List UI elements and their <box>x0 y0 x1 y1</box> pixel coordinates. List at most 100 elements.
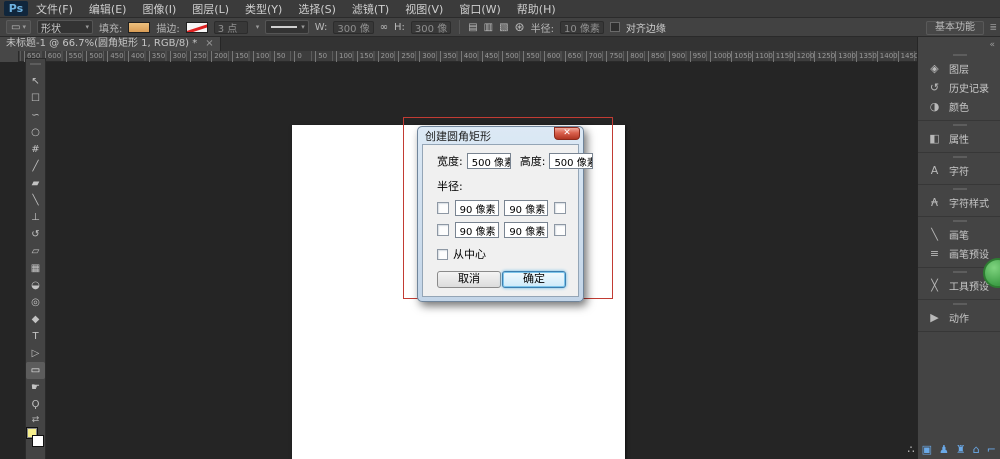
clone-stamp-tool[interactable]: ⊥ <box>26 209 45 226</box>
quick-selection-tool[interactable]: ○ <box>26 124 45 141</box>
gear-icon[interactable]: ⊛ <box>515 20 525 34</box>
bottom-left-radius-checkbox[interactable] <box>437 224 449 236</box>
fill-color-swatch[interactable] <box>128 22 150 33</box>
panel-group-grip[interactable] <box>953 188 967 190</box>
bottom-left-radius-input[interactable] <box>455 222 499 238</box>
menu-item-类[interactable]: 类型(Y) <box>245 1 282 17</box>
top-left-radius-input[interactable] <box>455 200 499 216</box>
healing-brush-tool[interactable]: ▰ <box>26 175 45 192</box>
path-arrangement-icon[interactable]: ▧ <box>499 22 508 33</box>
shape-width-field[interactable]: 300 像 <box>333 21 373 34</box>
move-tool[interactable]: ↖ <box>26 73 45 90</box>
gradient-tool[interactable]: ▦ <box>26 260 45 277</box>
menu-items: 文件(F) 编辑(E) 图像(I) 图层(L) 类型(Y) 选择(S) 滤镜(T) 视图(V)… <box>36 1 556 17</box>
close-button[interactable]: ✕ <box>554 127 580 140</box>
history-brush-tool[interactable]: ↺ <box>26 226 45 243</box>
dock-item-颜色[interactable]: ◑颜色 <box>918 97 1000 116</box>
path-operations-icon[interactable]: ▤ <box>468 22 477 33</box>
menu-item-窗[interactable]: 窗口(W) <box>459 1 500 17</box>
bottom-right-radius-checkbox[interactable] <box>554 224 566 236</box>
menu-item-文[interactable]: 文件(F) <box>36 1 73 17</box>
blur-tool[interactable]: ◒ <box>26 277 45 294</box>
panel-group-grip[interactable] <box>953 271 967 273</box>
chevron-down-icon: ▾ <box>85 23 89 31</box>
panel-group-grip[interactable] <box>953 220 967 222</box>
brush-tool[interactable]: ╲ <box>26 192 45 209</box>
document-tab[interactable]: 未标题-1 @ 66.7%(圆角矩形 1, RGB/8) * × <box>0 37 221 51</box>
collapse-dock-icon[interactable]: « <box>989 40 995 50</box>
tool-presets-icon: ╳ <box>927 279 942 292</box>
stroke-color-swatch[interactable] <box>186 22 208 33</box>
create-rounded-rectangle-dialog: 创建圆角矩形 ✕ 宽度: 高度: 半径: 从中心 取消 <box>417 126 584 302</box>
panel-grip[interactable] <box>30 63 41 65</box>
cancel-button[interactable]: 取消 <box>437 271 501 288</box>
chevron-down-icon[interactable]: ▾ <box>256 23 260 31</box>
panel-group-grip[interactable] <box>953 124 967 126</box>
dock-item-属性[interactable]: ◧属性 <box>918 129 1000 148</box>
properties-icon: ◧ <box>927 132 942 145</box>
width-input[interactable] <box>467 153 511 169</box>
panel-group-grip[interactable] <box>953 303 967 305</box>
eraser-tool[interactable]: ▱ <box>26 243 45 260</box>
path-selection-tool[interactable]: ▷ <box>26 345 45 362</box>
pen-tool[interactable]: ◆ <box>26 311 45 328</box>
panel-group-grip[interactable] <box>953 156 967 158</box>
dock-item-图层[interactable]: ◈图层 <box>918 59 1000 78</box>
dialog-title-bar[interactable]: 创建圆角矩形 ✕ <box>422 127 579 144</box>
fill-label: 填充: <box>99 20 122 35</box>
menu-item-图[interactable]: 图像(I) <box>142 1 176 17</box>
link-dimensions-icon[interactable]: ∞ <box>380 22 388 33</box>
close-icon[interactable]: × <box>205 37 213 51</box>
ruler-tick-label: 1100 <box>752 51 773 62</box>
dock-item-画笔[interactable]: ╲画笔 <box>918 225 1000 244</box>
shape-mode-dropdown[interactable]: 形状 ▾ <box>37 20 93 34</box>
dock-groups: ◈图层↺历史记录◑颜色◧属性A字符₳字符样式╲画笔≡画笔预设╳工具预设▶动作 <box>918 51 1000 332</box>
radius-field[interactable]: 10 像素 <box>560 21 604 34</box>
menu-item-视[interactable]: 视图(V) <box>405 1 443 17</box>
top-right-radius-input[interactable] <box>504 200 548 216</box>
tool-preset-picker[interactable]: ▭ ▾ <box>6 20 31 34</box>
menu-item-滤[interactable]: 滤镜(T) <box>352 1 389 17</box>
align-edges-checkbox[interactable] <box>610 22 620 32</box>
path-alignment-icon[interactable]: ▥ <box>484 22 493 33</box>
crop-tool[interactable]: # <box>26 141 45 158</box>
background-color-swatch[interactable] <box>32 435 44 447</box>
ok-button[interactable]: 确定 <box>502 271 566 288</box>
dock-item-画笔预设[interactable]: ≡画笔预设 <box>918 244 1000 263</box>
stroke-width-field[interactable]: 3 点 <box>214 21 248 34</box>
type-tool[interactable]: T <box>26 328 45 345</box>
height-input[interactable] <box>549 153 593 169</box>
marquee-tool[interactable]: ☐ <box>26 90 45 107</box>
shape-height-field[interactable]: 300 像 <box>411 21 451 34</box>
menu-item-帮[interactable]: 帮助(H) <box>517 1 556 17</box>
stroke-style-dropdown[interactable]: ▾ <box>265 20 309 34</box>
brush-presets-icon: ≡ <box>927 247 942 260</box>
shape-mode-value: 形状 <box>41 20 61 35</box>
zoom-tool[interactable]: Ϙ <box>26 396 45 413</box>
top-right-radius-checkbox[interactable] <box>554 202 566 214</box>
quick-selection-tool-icon: ○ <box>31 127 40 138</box>
swap-colors-icon[interactable]: ⇄ <box>32 415 40 425</box>
lasso-tool[interactable]: ∽ <box>26 107 45 124</box>
dock-item-历史记录[interactable]: ↺历史记录 <box>918 78 1000 97</box>
rectangle-tool[interactable]: ▭ <box>26 362 45 379</box>
dock-item-动作[interactable]: ▶动作 <box>918 308 1000 327</box>
dodge-tool[interactable]: ◎ <box>26 294 45 311</box>
from-center-checkbox[interactable] <box>437 249 448 260</box>
workspace-switcher-button[interactable]: 基本功能 <box>926 21 984 35</box>
dock-item-字符样式[interactable]: ₳字符样式 <box>918 193 1000 212</box>
move-tool-icon: ↖ <box>31 76 39 87</box>
menu-item-编[interactable]: 编辑(E) <box>89 1 127 17</box>
bottom-right-radius-input[interactable] <box>504 222 548 238</box>
workspace-menu-icon[interactable]: ≣ <box>989 23 997 33</box>
tool-list: ↖ ☐∽ ○ # ╱ ▰╲ ⊥ ↺▱▦◒◎◆T▷▭☛Ϙ <box>26 73 45 413</box>
eyedropper-tool[interactable]: ╱ <box>26 158 45 175</box>
eyedropper-tool-icon: ╱ <box>32 161 38 172</box>
menu-item-选[interactable]: 选择(S) <box>298 1 336 17</box>
panel-group-grip[interactable] <box>953 54 967 56</box>
menu-item-图[interactable]: 图层(L) <box>192 1 229 17</box>
dock-item-字符[interactable]: A字符 <box>918 161 1000 180</box>
top-left-radius-checkbox[interactable] <box>437 202 449 214</box>
hand-tool[interactable]: ☛ <box>26 379 45 396</box>
clone-stamp-tool-icon: ⊥ <box>31 212 40 223</box>
